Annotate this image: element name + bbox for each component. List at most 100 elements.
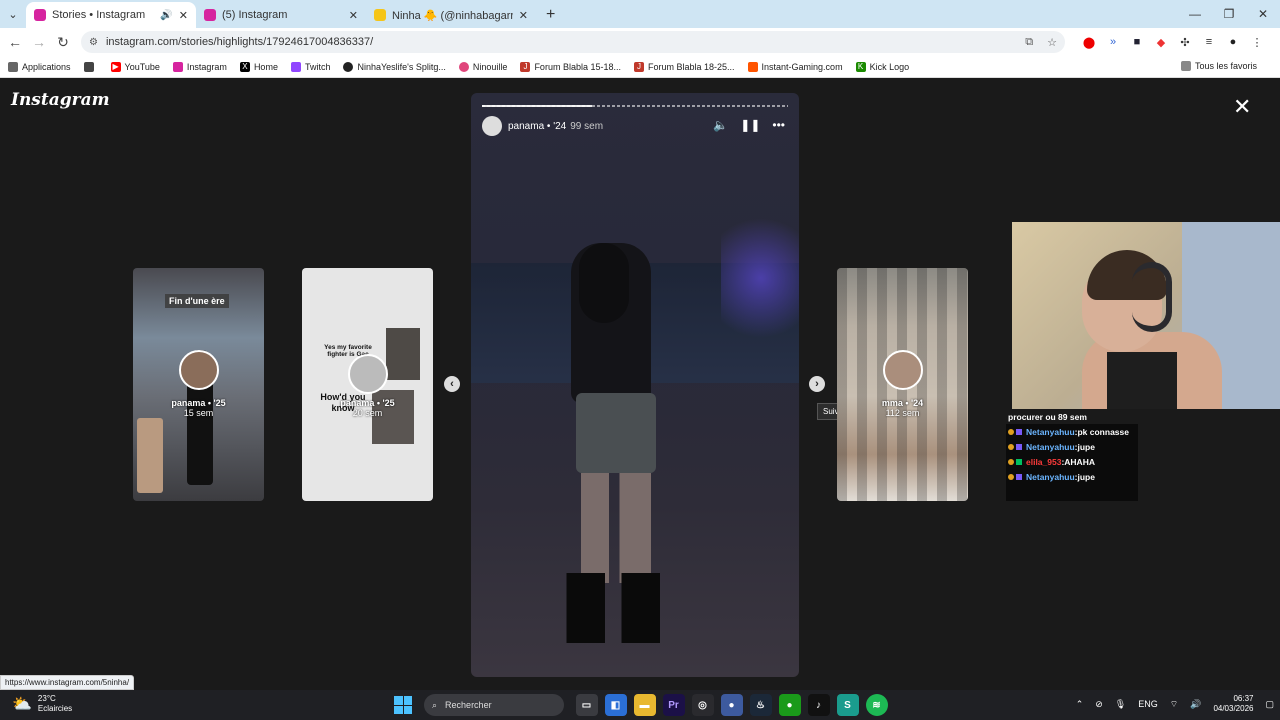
weather-widget[interactable]: ⛅ 23°C Eclaircies [12,694,72,714]
file-explorer-icon[interactable]: ▬ [633,694,656,716]
close-tab-icon[interactable]: ✕ [519,9,528,22]
minimize-icon[interactable]: — [1178,0,1212,28]
story-person-hair [579,243,629,323]
new-tab-button[interactable]: + [536,2,565,28]
site-info-icon[interactable]: ⚙ [89,37,98,48]
card-time: 112 sem [885,408,920,418]
language-indicator[interactable]: ENG [1138,699,1158,709]
bookmark-instagram[interactable]: Instagram [172,61,227,72]
instagram-favicon-icon [204,9,216,21]
bookmark-ninouille[interactable]: Ninouille [458,61,507,72]
story-avatar [882,350,923,390]
task-view-icon[interactable]: ▭ [575,694,598,716]
bookmark-splitgate[interactable]: NinhaYeslife's Splitg... [343,61,446,72]
wifi-icon[interactable]: ⌔ [1170,699,1178,710]
jvc-icon: J [520,61,531,72]
chevron-up-icon[interactable]: ⌃ [1076,699,1084,710]
tab-instagram[interactable]: (5) Instagram ✕ [196,2,366,28]
obs-icon[interactable]: ◎ [691,694,714,716]
badge-icon [1008,428,1014,435]
widgets-icon[interactable]: ◧ [604,694,627,716]
taskbar-clock[interactable]: 06:37 04/03/2026 [1213,694,1253,714]
close-tab-icon[interactable]: ✕ [179,9,188,22]
badge-icon [1008,458,1014,465]
story-preview-card[interactable]: Fin d'une ère panama • '25 15 sem [133,268,264,501]
extensions-puzzle-icon[interactable]: ✣ [1173,36,1197,49]
media-controls-icon[interactable]: ≡ [1197,36,1221,48]
tab-search-button[interactable]: ⌄ [0,0,26,28]
previous-story-arrow[interactable]: ‹ [444,376,460,392]
bookmark-youtube[interactable]: ▶ YouTube [110,61,160,72]
chat-user: Netanyahuu [1026,471,1075,482]
tiktok-icon[interactable]: ♪ [807,694,830,716]
streamlabs-icon[interactable]: S [836,694,859,716]
reload-icon[interactable]: ↻ [51,34,75,51]
weather-temp: 23°C [37,694,56,703]
microphone-icon[interactable]: 🎙 [1115,699,1126,710]
chrome-icon[interactable]: ● [720,694,743,716]
back-icon[interactable]: ← [3,34,27,50]
translate-icon[interactable]: » [1101,36,1125,48]
close-icon[interactable]: ✕ [1233,94,1251,120]
card-caption: Fin d'une ère [165,294,229,308]
active-story[interactable]: panama • '24 99 sem 🔈 ❚❚ ••• [471,93,799,677]
folder-icon [1180,61,1191,71]
spotify-icon[interactable]: ≋ [865,694,888,716]
address-bar[interactable]: ⚙ instagram.com/stories/highlights/17924… [81,31,1065,53]
volume-icon[interactable]: 🔈 [713,118,728,132]
bookmark-forum-1518[interactable]: J Forum Blabla 15-18... [520,61,621,72]
bookmark-instant-gaming[interactable]: Instant-Gaming.com [747,61,843,72]
weather-desc: Eclaircies [37,704,73,713]
card-user: panama • '25 [171,398,226,408]
taskbar-apps: ⌕ Rechercher ▭ ◧ ▬ Pr ◎ ● ♨ ● ♪ S ≋ [394,694,891,716]
tab-title: Stories • Instagram [52,9,146,21]
premiere-pro-icon[interactable]: Pr [662,694,685,716]
browser-menu-icon[interactable]: ⋮ [1245,36,1269,49]
close-window-icon[interactable]: ✕ [1246,0,1280,28]
address-url[interactable]: instagram.com/stories/highlights/1792461… [106,36,1011,48]
story-username[interactable]: panama • '24 [508,121,566,132]
volume-icon[interactable]: 🔊 [1190,699,1201,710]
profile-avatar-icon[interactable]: ● [1221,36,1245,48]
bookmark-kick[interactable]: K Kick Logo [855,61,909,72]
pause-icon[interactable]: ❚❚ [740,118,760,132]
story-user-avatar[interactable] [482,116,502,136]
steam-icon[interactable]: ♨ [749,694,772,716]
extension-red-icon[interactable]: ◆ [1149,36,1173,49]
story-preview-card[interactable]: Yes my favorite fighter is Gae How'd you… [302,268,433,501]
start-button[interactable] [394,696,412,714]
notification-icon[interactable]: ▢ [1265,699,1274,710]
install-app-icon[interactable]: ⧉ [1025,36,1033,49]
bookmark-applications[interactable]: Applications [8,61,71,72]
more-options-icon[interactable]: ••• [772,118,785,132]
no-wifi-status-icon[interactable]: ⊘ [1095,699,1103,710]
all-bookmarks[interactable]: Tous les favoris [1180,61,1257,71]
bookmark-grid[interactable] [83,61,98,72]
forward-icon[interactable]: → [27,34,51,50]
bookmark-star-icon[interactable]: ☆ [1047,36,1057,49]
bookmark-forum-1825[interactable]: J Forum Blabla 18-25... [633,61,735,72]
close-tab-icon[interactable]: ✕ [349,9,358,22]
bookmark-label: Applications [22,61,71,72]
next-story-arrow[interactable]: › [809,376,825,392]
extension-dark-icon[interactable]: ■ [1125,36,1149,48]
story-person-boots [561,573,671,643]
taskbar-search[interactable]: ⌕ Rechercher [424,694,564,716]
bookmark-twitch[interactable]: Twitch [290,61,330,72]
bookmark-home[interactable]: X Home [239,61,278,72]
card-meta: mma • '24 112 sem [837,398,968,418]
restore-icon[interactable]: ❐ [1212,0,1246,28]
card-photo [386,328,420,380]
chat-user: Netanyahuu [1026,441,1075,452]
story-preview-card[interactable]: mma • '24 112 sem [837,268,968,501]
adblock-icon[interactable]: ⬤ [1077,36,1101,49]
speaker-icon[interactable]: 🔊 [160,10,172,21]
story-person-legs [581,473,651,583]
xbox-icon[interactable]: ● [778,694,801,716]
instagram-logo[interactable]: Instagram [11,90,110,110]
badge-icon [1008,473,1014,480]
tab-ninha[interactable]: Ninha 🐥 (@ninhabagarre) | Sh ✕ [366,2,536,28]
bookmark-label: Tous les favoris [1194,61,1257,71]
tab-stories[interactable]: Stories • Instagram 🔊 ✕ [26,2,196,28]
story-progress-bar [482,105,788,107]
